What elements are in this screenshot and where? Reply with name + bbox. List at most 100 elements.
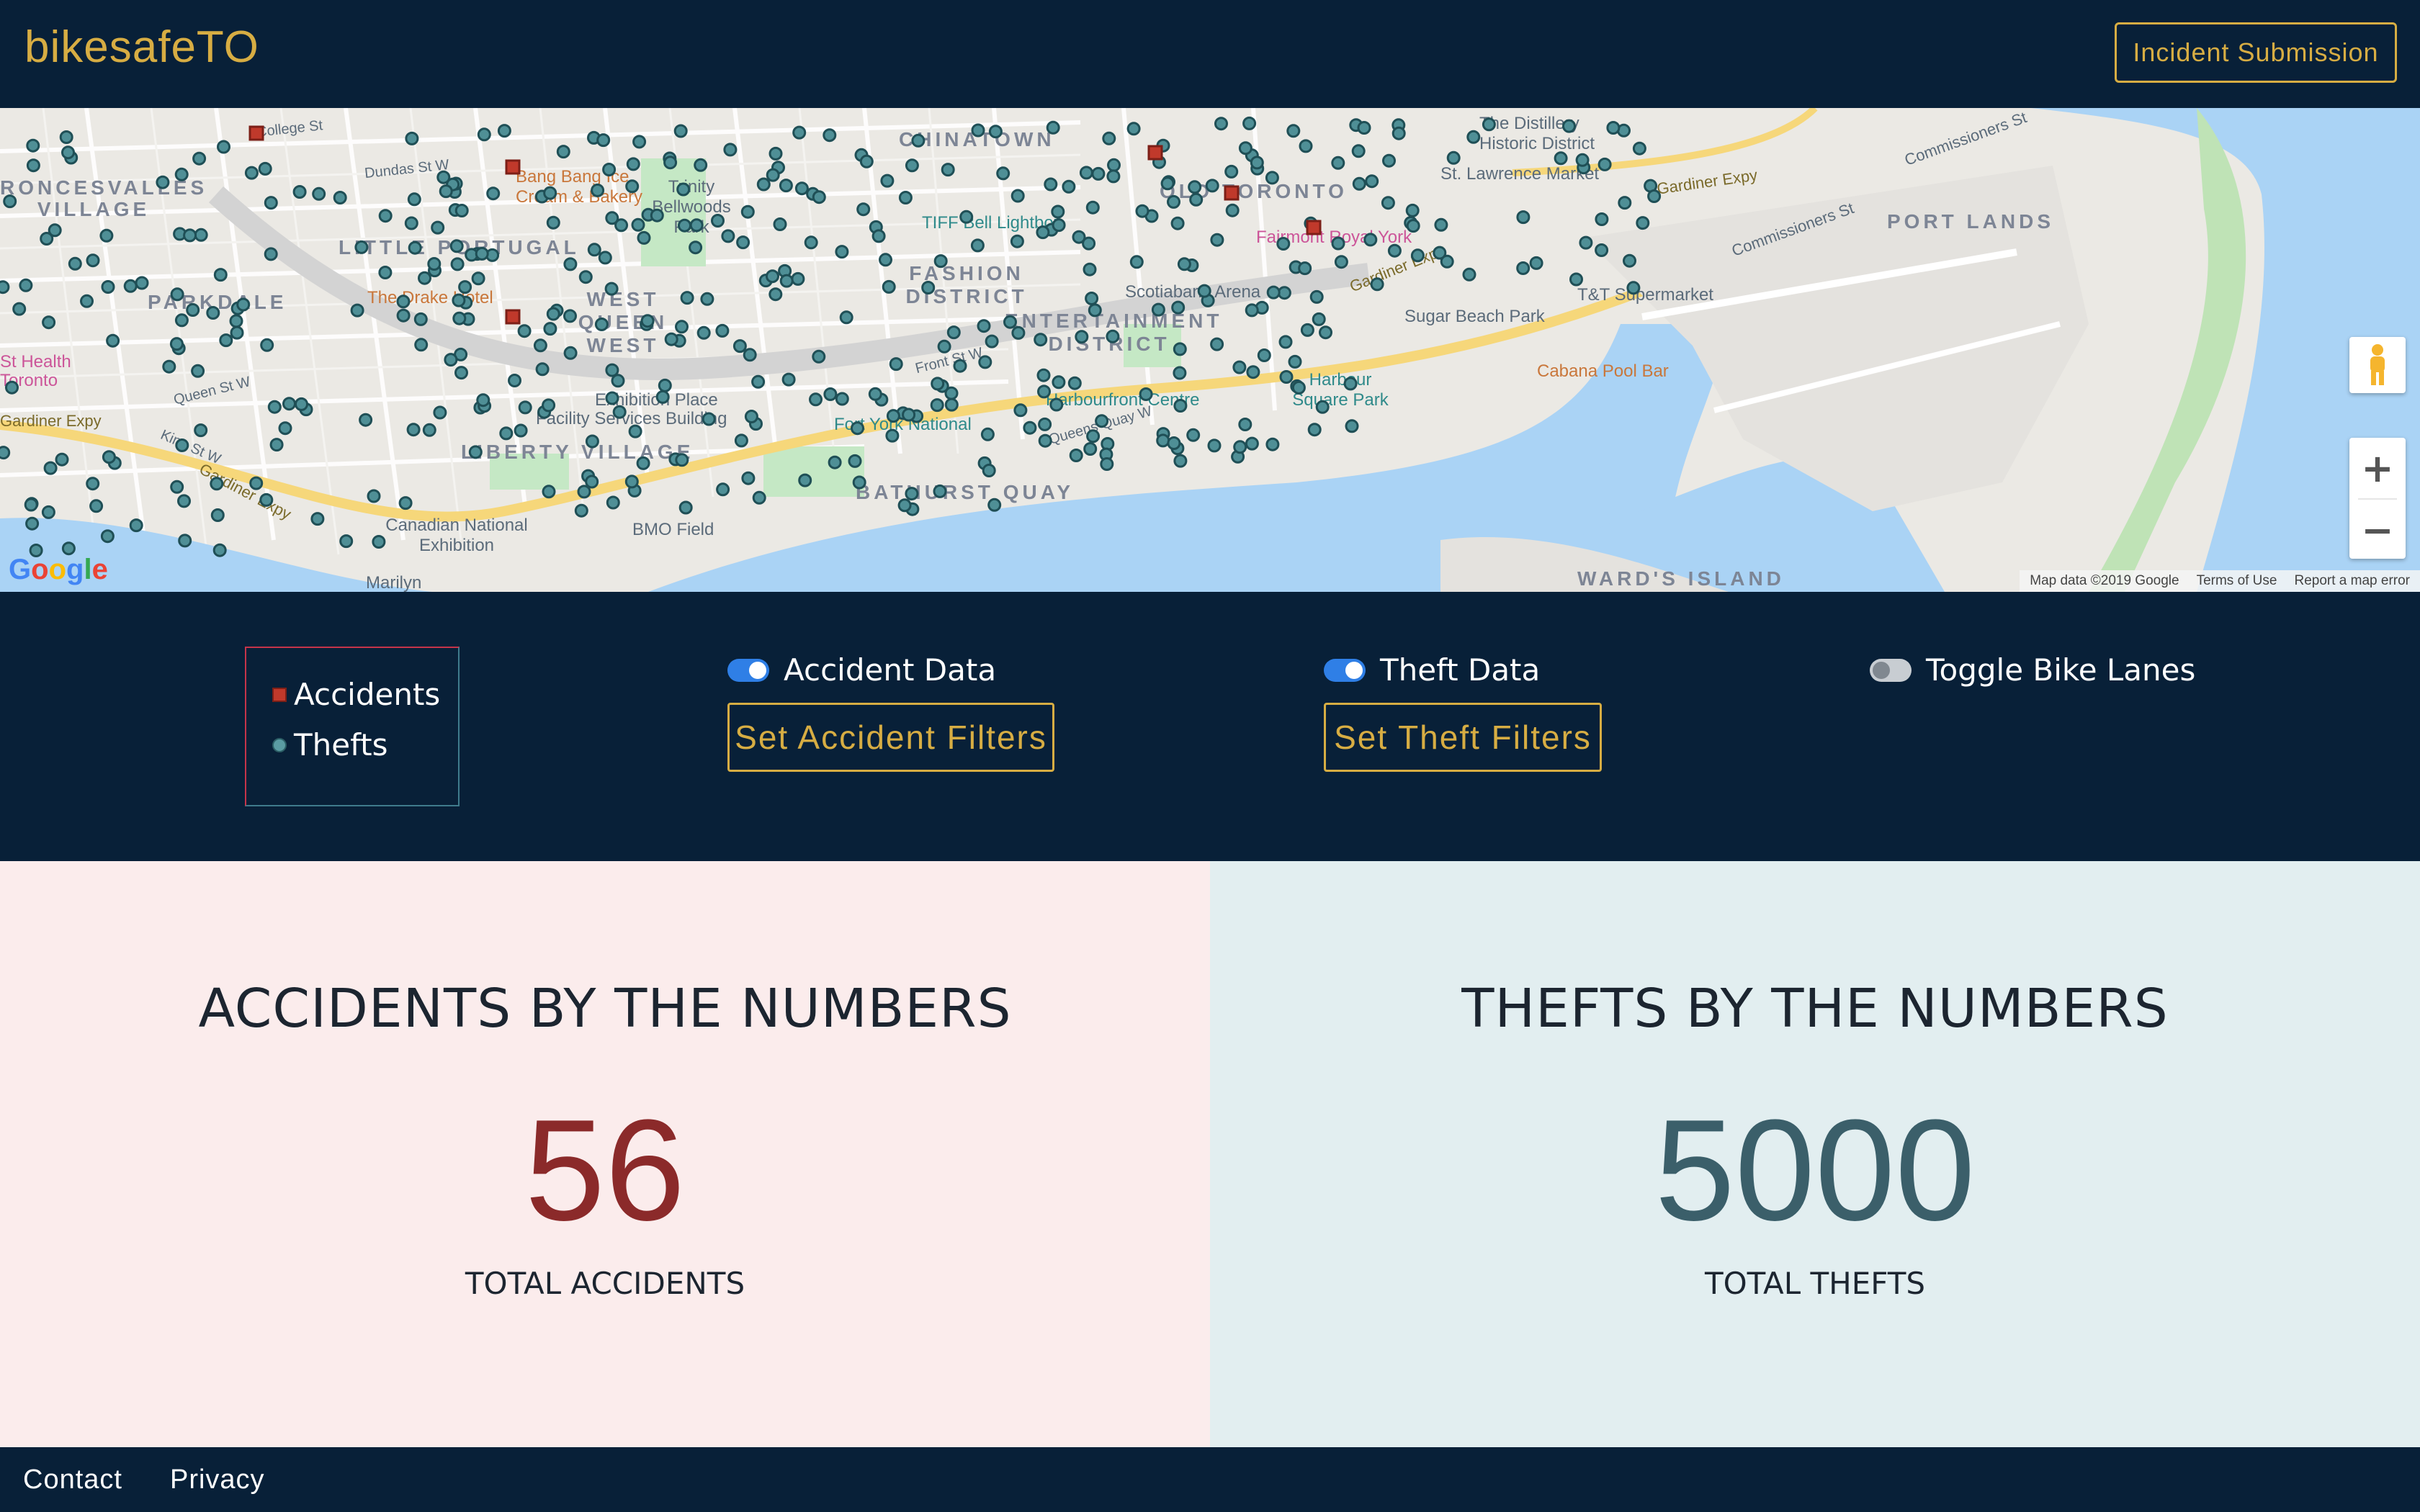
theft-marker[interactable] [702, 412, 716, 426]
theft-marker[interactable] [937, 339, 951, 354]
theft-marker[interactable] [678, 500, 693, 515]
theft-marker[interactable] [61, 145, 75, 160]
theft-marker[interactable] [779, 179, 793, 193]
theft-marker[interactable] [444, 353, 458, 367]
theft-marker[interactable] [1529, 256, 1543, 270]
brand-logo[interactable]: bikesafeTO [24, 22, 259, 73]
theft-marker[interactable] [1034, 333, 1048, 347]
theft-marker[interactable] [135, 276, 149, 290]
theft-marker[interactable] [1345, 419, 1359, 433]
theft-marker[interactable] [886, 409, 900, 423]
theft-marker[interactable] [59, 130, 73, 144]
theft-marker[interactable] [1177, 257, 1191, 271]
theft-marker[interactable] [1238, 418, 1252, 431]
theft-marker[interactable] [1279, 370, 1294, 384]
theft-marker[interactable] [1106, 329, 1120, 343]
accident-marker[interactable] [505, 309, 521, 325]
theft-marker[interactable] [230, 325, 244, 340]
theft-marker[interactable] [43, 461, 58, 475]
theft-marker[interactable] [835, 245, 849, 259]
theft-marker[interactable] [941, 163, 955, 177]
theft-marker[interactable] [711, 214, 725, 228]
theft-marker[interactable] [1575, 153, 1590, 167]
theft-marker[interactable] [431, 220, 445, 235]
report-map-error-link[interactable]: Report a map error [2294, 573, 2410, 589]
theft-marker[interactable] [902, 408, 916, 422]
theft-marker[interactable] [278, 421, 292, 436]
theft-marker[interactable] [1277, 286, 1291, 300]
theft-marker[interactable] [585, 474, 599, 489]
theft-marker[interactable] [1357, 121, 1371, 135]
theft-marker[interactable] [611, 374, 625, 388]
theft-marker[interactable] [178, 534, 192, 548]
theft-marker[interactable] [102, 450, 116, 464]
theft-marker[interactable] [427, 257, 442, 271]
theft-marker[interactable] [449, 239, 464, 253]
theft-marker[interactable] [123, 279, 138, 293]
theft-marker[interactable] [1069, 449, 1083, 462]
theft-marker[interactable] [543, 186, 557, 200]
theft-marker[interactable] [996, 166, 1010, 181]
theft-marker[interactable] [632, 135, 647, 149]
theft-marker[interactable] [930, 398, 944, 413]
theft-marker[interactable] [1410, 248, 1425, 263]
theft-marker[interactable] [859, 154, 874, 168]
theft-marker[interactable] [1265, 437, 1280, 451]
theft-marker[interactable] [594, 318, 609, 331]
theft-marker[interactable] [933, 484, 947, 498]
theft-marker[interactable] [86, 477, 100, 491]
theft-marker[interactable] [1257, 348, 1271, 362]
theft-marker[interactable] [436, 170, 451, 184]
theft-marker[interactable] [1569, 272, 1583, 287]
theft-marker[interactable] [186, 303, 200, 317]
theft-marker[interactable] [1207, 438, 1222, 453]
theft-marker[interactable] [868, 387, 882, 401]
theft-marker[interactable] [798, 473, 812, 487]
theft-marker[interactable] [210, 477, 224, 491]
theft-marker[interactable] [1606, 121, 1621, 135]
theft-marker[interactable] [606, 495, 620, 510]
theft-marker[interactable] [5, 380, 19, 395]
theft-marker[interactable] [1011, 325, 1026, 340]
theft-marker[interactable] [99, 228, 114, 243]
theft-marker[interactable] [1072, 230, 1086, 244]
theft-marker[interactable] [1052, 218, 1066, 233]
theft-marker[interactable] [12, 302, 27, 316]
theft-marker[interactable] [1189, 192, 1204, 207]
theft-marker[interactable] [1636, 216, 1650, 230]
theft-marker[interactable] [1245, 303, 1259, 318]
theft-marker[interactable] [736, 235, 750, 250]
theft-marker[interactable] [1210, 337, 1224, 351]
theft-marker[interactable] [339, 534, 354, 549]
theft-marker[interactable] [1083, 442, 1098, 456]
theft-marker[interactable] [452, 311, 467, 325]
theft-marker[interactable] [791, 271, 805, 286]
theft-marker[interactable] [625, 179, 640, 194]
theft-marker[interactable] [852, 475, 866, 490]
theft-marker[interactable] [1062, 179, 1076, 194]
theft-marker[interactable] [475, 246, 489, 261]
theft-marker[interactable] [982, 464, 996, 477]
theft-marker[interactable] [732, 339, 747, 354]
theft-marker[interactable] [1516, 261, 1531, 275]
theft-marker[interactable] [1173, 366, 1187, 380]
theft-marker[interactable] [1139, 387, 1153, 401]
theft-marker[interactable] [1446, 150, 1461, 165]
theft-marker[interactable] [24, 498, 38, 512]
theft-marker[interactable] [626, 157, 640, 171]
theft-marker[interactable] [454, 204, 469, 217]
theft-marker[interactable] [944, 386, 959, 400]
theft-marker[interactable] [219, 333, 233, 348]
theft-marker[interactable] [1051, 204, 1065, 219]
theft-marker[interactable] [794, 181, 809, 196]
theft-marker[interactable] [689, 240, 703, 255]
theft-marker[interactable] [169, 337, 184, 351]
theft-marker[interactable] [458, 280, 472, 294]
theft-marker[interactable] [631, 217, 645, 232]
theft-marker[interactable] [678, 218, 691, 233]
theft-marker[interactable] [1197, 284, 1211, 298]
zoom-out-button[interactable]: − [2349, 500, 2406, 560]
theft-marker[interactable] [174, 313, 189, 328]
theft-marker[interactable] [637, 230, 651, 245]
theft-marker[interactable] [970, 238, 985, 253]
